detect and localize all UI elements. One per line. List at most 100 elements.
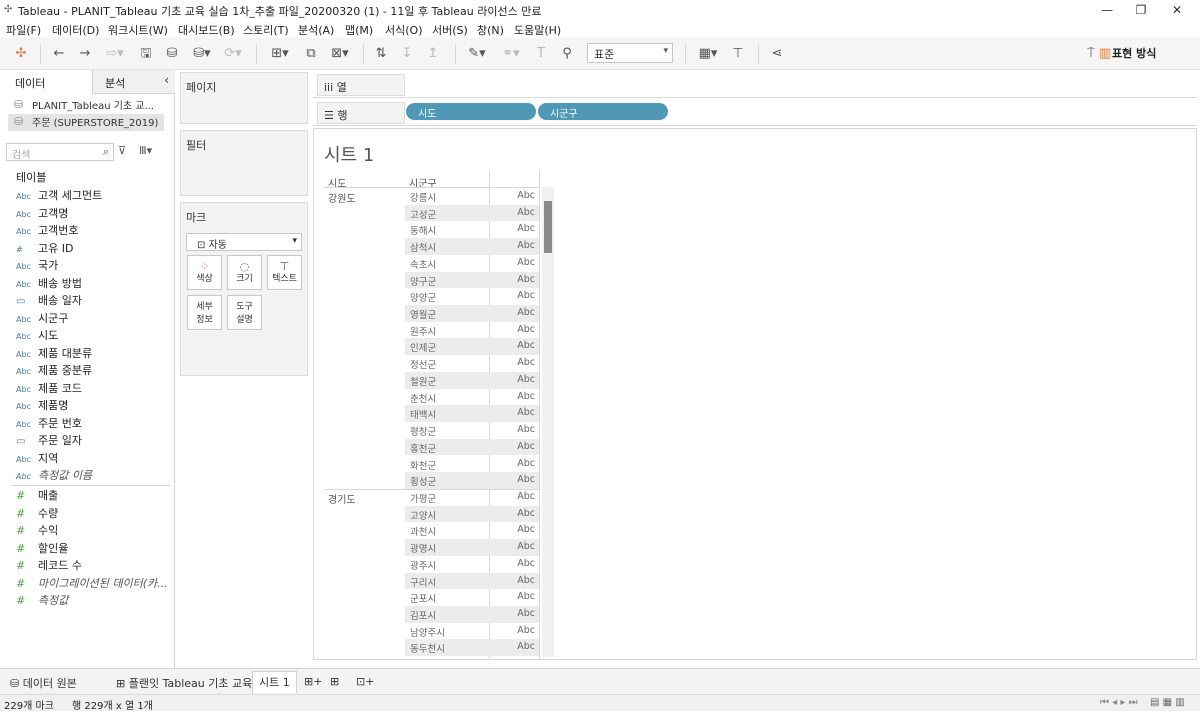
clear-sheet-icon[interactable]: ⊠▾ — [326, 45, 354, 63]
maximize-button[interactable]: ❐ — [1124, 0, 1158, 20]
detail-button[interactable]: 세부 정보 — [187, 295, 222, 330]
sido-cell[interactable]: 경기도 — [328, 491, 356, 506]
refresh-icon[interactable]: ⟳▾ — [220, 45, 246, 63]
vertical-scrollbar[interactable] — [542, 187, 554, 657]
table-row[interactable]: 강릉시 Abc — [405, 188, 539, 205]
table-row[interactable]: 정선군 Abc — [405, 355, 539, 372]
table-row[interactable]: 과천시 Abc — [405, 522, 539, 539]
tab-sheet-1[interactable]: 시트 1 — [252, 671, 297, 693]
table-row[interactable]: 동해시 Abc — [405, 221, 539, 238]
collapse-pane-icon[interactable]: ‹ — [164, 73, 169, 87]
menu-window[interactable]: 창(N) — [477, 22, 504, 38]
dimension-field[interactable]: Abc 고객번호 — [16, 222, 78, 239]
view-options-icon[interactable]: Ⅲ▾ — [139, 144, 152, 157]
menu-analysis[interactable]: 분석(A) — [298, 22, 334, 38]
table-row[interactable]: 고성군 Abc — [405, 204, 539, 222]
tab-analysis[interactable]: 분석 ‹ — [92, 70, 175, 94]
view-mode-icon[interactable]: ▤ ▦ ▥ — [1150, 697, 1185, 708]
dimension-field[interactable]: Abc 고객 세그먼트 — [16, 187, 102, 204]
redo-icon[interactable]: → — [76, 45, 94, 63]
menu-data[interactable]: 데이터(D) — [52, 22, 99, 38]
pages-card[interactable]: 페이지 — [180, 72, 308, 124]
dimension-field[interactable]: Abc 배송 방법 — [16, 275, 82, 292]
table-row[interactable]: 평창군 Abc — [405, 422, 539, 439]
swap-icon[interactable]: ⇅ — [372, 45, 390, 63]
table-row[interactable]: 화천군 Abc — [405, 456, 539, 473]
field-search-input[interactable]: 검색 ⌕ — [6, 143, 114, 161]
menu-file[interactable]: 파일(F) — [6, 22, 41, 38]
menu-map[interactable]: 맵(M) — [345, 22, 373, 38]
menu-server[interactable]: 서버(S) — [432, 22, 468, 38]
show-cards-icon[interactable]: ▦▾ — [694, 45, 722, 63]
dimension-field[interactable]: Abc 고객명 — [16, 205, 68, 222]
tab-data[interactable]: 데이터 — [0, 70, 92, 94]
size-button[interactable]: ◌ 크기 — [227, 255, 262, 290]
menu-story[interactable]: 스토리(T) — [243, 22, 289, 38]
dimension-field[interactable]: Abc 주문 번호 — [16, 415, 82, 432]
table-row[interactable]: 영월군 Abc — [405, 305, 539, 322]
show-me-button[interactable]: 표현 방식 — [1112, 45, 1156, 61]
table-row[interactable]: 철원군 Abc — [405, 371, 539, 389]
dimension-field[interactable]: Abc 측정값 이름 — [16, 467, 92, 484]
dimension-field[interactable]: Abc 제품명 — [16, 397, 68, 414]
table-row[interactable]: 춘천시 Abc — [405, 389, 539, 406]
dimension-field[interactable]: ▭ 배송 일자 — [16, 292, 82, 309]
minimize-button[interactable]: — — [1090, 0, 1124, 20]
dimension-field[interactable]: ▭ 주문 일자 — [16, 432, 82, 449]
tab-data-source[interactable]: ⛁ 데이터 원본 — [4, 673, 83, 693]
table-row[interactable]: 가평군 Abc — [405, 489, 539, 506]
tab-navigation-icon[interactable]: ⏮ ◂ ▸ ⏭ — [1100, 697, 1138, 708]
group-icon[interactable]: ⚭▾ — [498, 45, 524, 63]
rows-shelf[interactable]: ☰ 행 시도 시군구 — [313, 98, 1197, 126]
table-row[interactable]: 삼척시 Abc — [405, 238, 539, 255]
share-icon[interactable]: ⋖ — [768, 45, 786, 63]
sheet-title[interactable]: 시트 1 — [324, 141, 374, 167]
fix-axes-icon[interactable]: ⚲ — [558, 45, 576, 63]
measure-field[interactable]: # 레코드 수 — [16, 557, 82, 574]
pill-sido[interactable]: 시도 — [406, 103, 536, 120]
dimension-field[interactable]: Abc 국가 — [16, 257, 58, 274]
close-button[interactable]: ✕ — [1160, 0, 1194, 20]
dimension-field[interactable]: Abc 제품 중분류 — [16, 362, 92, 379]
columns-shelf[interactable]: iii 열 — [313, 70, 1197, 98]
table-row[interactable]: 횡성군 Abc — [405, 472, 539, 489]
menu-worksheet[interactable]: 워크시트(W) — [108, 22, 168, 38]
worksheet-view[interactable]: 시트 1 시도 시군구 강원도 강릉시 Abc 고성군 Abc 동해시 Abc 삼척시 Abc 속… — [313, 128, 1197, 660]
tableau-home-icon[interactable]: ✣ — [12, 45, 30, 63]
table-row[interactable]: 속초시 Abc — [405, 255, 539, 272]
labels-icon[interactable]: T — [532, 45, 550, 63]
menu-dashboard[interactable]: 대시보드(B) — [178, 22, 235, 38]
presentation-mode-icon[interactable]: ⊤ — [729, 45, 747, 63]
mark-type-dropdown[interactable]: ⊡ 자동 ▾ — [186, 233, 302, 251]
new-worksheet-icon[interactable]: ⊞▾ — [266, 45, 294, 63]
filter-icon[interactable]: ⊽ — [118, 144, 126, 157]
tab-dashboard[interactable]: ⊞ 플랜잇 Tableau 기초 교육 — [110, 673, 258, 693]
measure-field[interactable]: # 마이그레이션된 데이터(카... — [16, 575, 168, 592]
pause-updates-icon[interactable]: ⛁▾ — [189, 45, 215, 63]
table-row[interactable]: 원주시 Abc — [405, 322, 539, 339]
save-icon[interactable]: 🖫 — [137, 45, 155, 63]
dimension-field[interactable]: Abc 시군구 — [16, 310, 68, 327]
table-row[interactable]: 광주시 Abc — [405, 556, 539, 573]
dimension-field[interactable]: Abc 제품 대분류 — [16, 345, 92, 362]
sido-cell[interactable]: 강원도 — [328, 190, 356, 205]
replay-icon[interactable]: ⇨▾ — [102, 45, 128, 63]
table-row[interactable]: 군포시 Abc — [405, 589, 539, 606]
table-row[interactable]: 인제군 Abc — [405, 338, 539, 356]
new-story-icon[interactable]: ⊡+ — [350, 673, 380, 693]
label-button[interactable]: ⊤ 텍스트 — [267, 255, 302, 290]
table-row[interactable]: 양구군 Abc — [405, 271, 539, 289]
menu-help[interactable]: 도움말(H) — [514, 22, 561, 38]
show-me-icon[interactable]: ▥ — [1099, 45, 1111, 63]
dimension-field[interactable]: Abc 시도 — [16, 327, 58, 344]
datasource-item[interactable]: ⛁ PLANIT_Tableau 기초 교... — [12, 97, 170, 114]
duplicate-sheet-icon[interactable]: ⧉ — [302, 45, 320, 63]
measure-field[interactable]: # 수익 — [16, 522, 58, 539]
fit-dropdown[interactable]: 표준 ▾ — [587, 43, 673, 63]
table-row[interactable]: 양양군 Abc — [405, 288, 539, 305]
color-button[interactable]: ⁘ 색상 — [187, 255, 222, 290]
table-row[interactable]: 구리시 Abc — [405, 572, 539, 590]
new-datasource-icon[interactable]: ⛁ — [163, 45, 181, 63]
dimension-field[interactable]: Abc 지역 — [16, 450, 58, 467]
menu-format[interactable]: 서식(O) — [385, 22, 422, 38]
